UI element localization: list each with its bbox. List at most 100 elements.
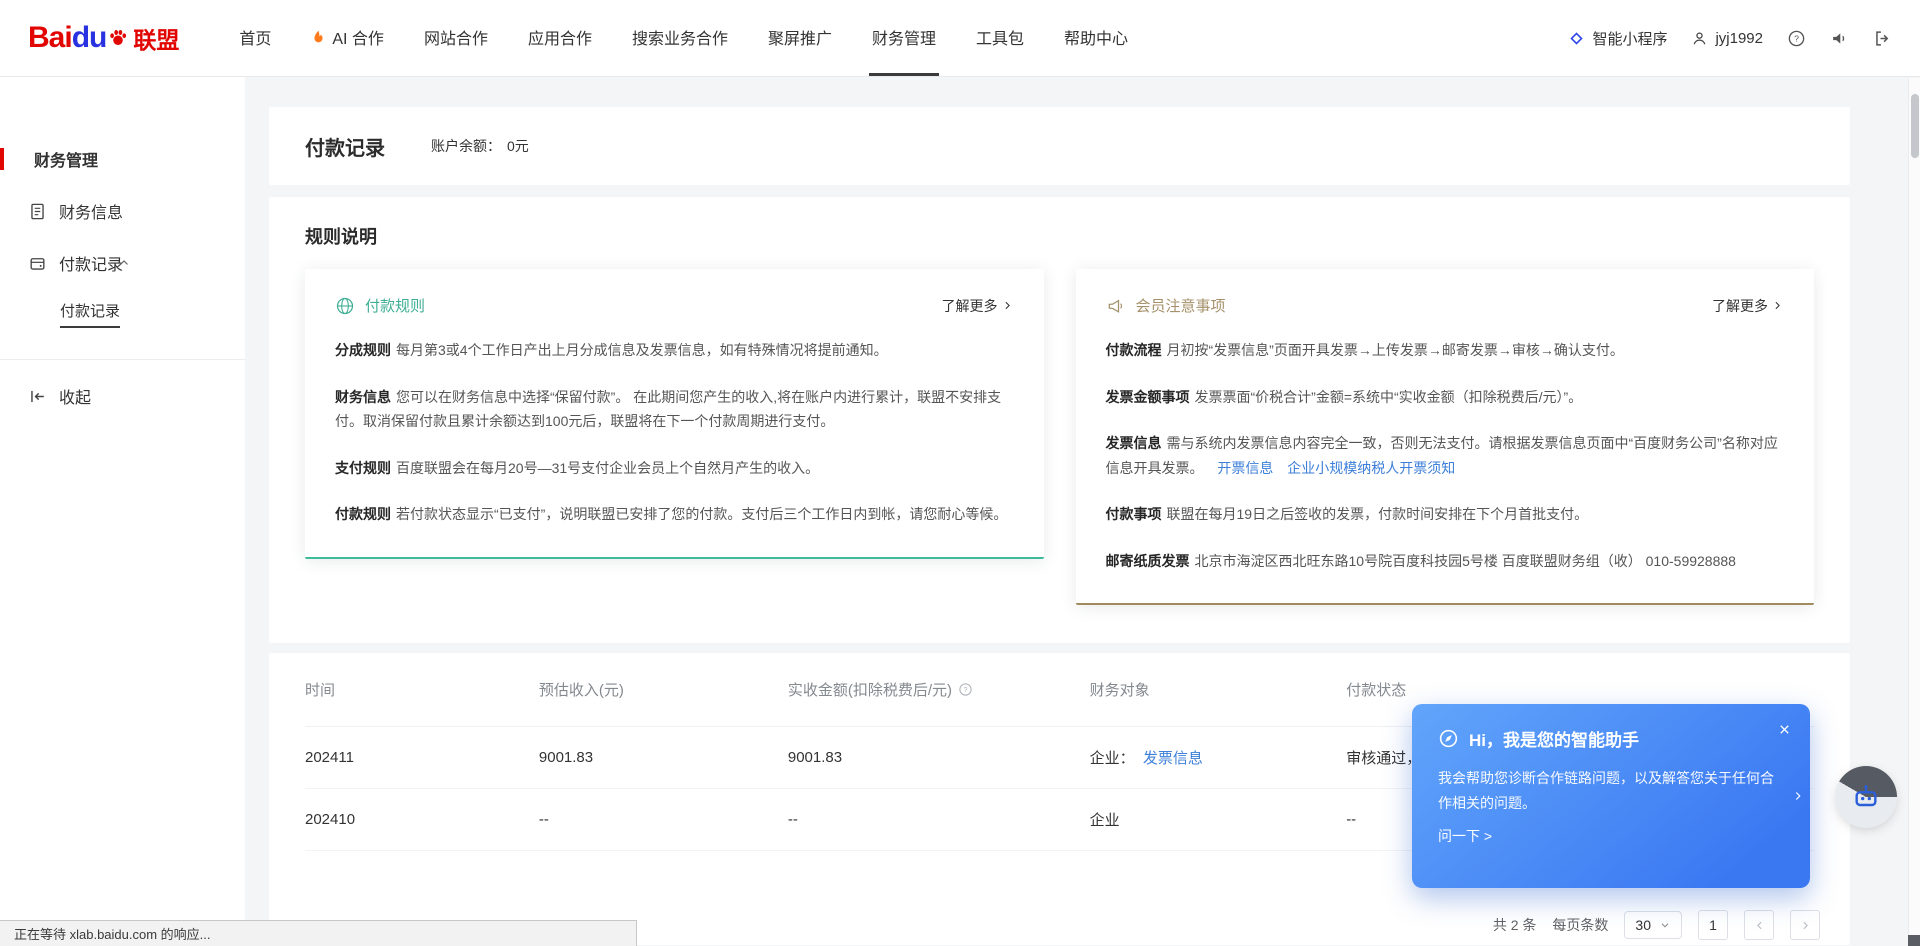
globe-icon (335, 296, 355, 316)
sidebar-label: 收起 (59, 384, 91, 408)
rule-text: 发票票面“价税合计”金额=系统中“实收金额（扣除税费后/元）”。 (1195, 389, 1583, 405)
svg-text:?: ? (964, 687, 968, 694)
nav-item-app-coop[interactable]: 应用合作 (525, 0, 595, 76)
balance-value: 0元 (507, 136, 529, 156)
col-header-estimate: 预估收入(元) (539, 679, 788, 700)
nav-item-help-center[interactable]: 帮助中心 (1061, 0, 1131, 76)
document-icon (28, 202, 47, 221)
rules-card: 规则说明 付款规则 了解更多 分成规则每月第3或4个工作日产出上月分成信息及发票… (269, 197, 1850, 643)
nav-item-ai-coop[interactable]: AI 合作 (308, 0, 387, 76)
page-number-button[interactable]: 1 (1698, 910, 1728, 940)
flame-icon (311, 29, 326, 45)
collapse-icon (28, 387, 47, 406)
nav-item-toolkit[interactable]: 工具包 (973, 0, 1027, 76)
rule-text: 联盟在每月19日之后签收的发票，付款时间安排在下个月首批支付。 (1167, 506, 1589, 522)
rule-label: 发票金额事项 (1106, 389, 1190, 405)
sidebar-label: 财务信息 (59, 199, 123, 223)
sidebar-label: 付款记录 (59, 251, 123, 275)
sidebar-item-payment-records[interactable]: 付款记录 (0, 237, 245, 289)
pagination: 共 2 条 每页条数 30 1 (1493, 910, 1820, 940)
rule-item: 发票金额事项发票票面“价税合计”金额=系统中“实收金额（扣除税费后/元）”。 (1106, 385, 1785, 410)
rule-text: 若付款状态显示“已支付”，说明联盟已安排了您的付款。支付后三个工作日内到帐，请您… (396, 506, 1007, 522)
help-circle-icon[interactable]: ? (1787, 29, 1806, 48)
sidebar-subitem-payment-records[interactable]: 付款记录 (0, 289, 245, 339)
sidebar-label: 财务管理 (34, 147, 98, 171)
member-notes-panel: 会员注意事项 了解更多 付款流程月初按“发票信息”页面开具发票→上传发票→邮寄发… (1076, 269, 1815, 605)
username-label: jyj1992 (1715, 30, 1763, 47)
sidebar: 财务管理 财务信息 付款记录 付款记录 收起 (0, 77, 245, 945)
megaphone-icon (1106, 296, 1126, 316)
rule-text: 百度联盟会在每月20号—31号支付企业会员上个自然月产生的收入。 (396, 460, 819, 476)
chevron-up-icon (117, 256, 131, 270)
assistant-robot-fab[interactable] (1838, 769, 1894, 825)
scrollbar-track (1908, 78, 1920, 946)
rule-text: 北京市海淀区西北旺东路10号院百度科技园5号楼 百度联盟财务组（收） 010-5… (1195, 553, 1736, 569)
miniprogram-label: 智能小程序 (1592, 28, 1667, 49)
next-page-button[interactable] (1790, 910, 1820, 940)
member-notes-more-link[interactable]: 了解更多 (1712, 296, 1784, 316)
rule-item: 财务信息您可以在财务信息中选择“保留付款”。 在此期间您产生的收入,将在账户内进… (335, 385, 1014, 434)
invoice-info-cell-link[interactable]: 发票信息 (1143, 750, 1203, 767)
nav-item-search-coop[interactable]: 搜索业务合作 (629, 0, 731, 76)
logout-icon[interactable] (1873, 29, 1892, 48)
rules-panels: 付款规则 了解更多 分成规则每月第3或4个工作日产出上月分成信息及发票信息，如有… (305, 269, 1814, 605)
nav-label: 首页 (239, 25, 271, 49)
more-label: 了解更多 (942, 296, 998, 316)
sidebar-sub-label: 付款记录 (60, 300, 120, 328)
payment-rules-more-link[interactable]: 了解更多 (942, 296, 1014, 316)
rule-item: 支付规则百度联盟会在每月20号—31号支付企业会员上个自然月产生的收入。 (335, 456, 1014, 481)
small-taxpayer-notice-link[interactable]: 企业小规模纳税人开票须知 (1287, 460, 1455, 476)
expand-chevron-icon[interactable] (1791, 789, 1805, 803)
nav-item-home[interactable]: 首页 (236, 0, 274, 76)
user-account[interactable]: jyj1992 (1691, 30, 1763, 47)
prev-page-button[interactable] (1744, 910, 1774, 940)
nav-item-screen-ads[interactable]: 聚屏推广 (765, 0, 835, 76)
nav-label: 工具包 (976, 25, 1024, 49)
rule-item: 付款事项联盟在每月19日之后签收的发票，付款时间安排在下个月首批支付。 (1106, 502, 1785, 527)
status-bar: 正在等待 xlab.baidu.com 的响应... (0, 920, 637, 946)
col-header-actual-label: 实收金额(扣除税费后/元) (788, 679, 952, 700)
chevron-down-icon (1659, 919, 1671, 931)
member-notes-title: 会员注意事项 (1136, 295, 1226, 316)
rule-label: 付款规则 (335, 506, 391, 522)
robot-icon (1850, 781, 1882, 813)
logo-text-du: du (72, 21, 107, 55)
close-icon[interactable] (1777, 722, 1792, 737)
ask-now-link[interactable]: 问一下 > (1438, 826, 1492, 846)
rule-text: 每月第3或4个工作日产出上月分成信息及发票信息，如有特殊情况将提前通知。 (396, 342, 888, 358)
sidebar-item-finance-mgmt[interactable]: 财务管理 (0, 133, 245, 185)
col-header-entity: 财务对象 (1090, 679, 1347, 700)
invoice-info-link[interactable]: 开票信息 (1217, 460, 1273, 476)
nav-item-finance-mgmt[interactable]: 财务管理 (869, 0, 939, 76)
cell-time: 202410 (305, 811, 539, 828)
nav-label: 帮助中心 (1064, 25, 1128, 49)
sidebar-item-finance-info[interactable]: 财务信息 (0, 185, 245, 237)
question-circle-icon[interactable]: ? (958, 682, 973, 697)
scrollbar-corner (1908, 935, 1920, 946)
sidebar-collapse-button[interactable]: 收起 (0, 370, 245, 422)
baidu-union-logo[interactable]: Bai du 联盟 (28, 0, 179, 76)
miniprogram-entry[interactable]: 智能小程序 (1568, 28, 1667, 49)
page-size-select[interactable]: 30 (1624, 911, 1682, 939)
chevron-right-icon (1771, 299, 1784, 312)
rule-text: 月初按“发票信息”页面开具发票→上传发票→邮寄发票→审核→确认支付。 (1167, 342, 1624, 358)
col-header-actual: 实收金额(扣除税费后/元) ? (788, 679, 1090, 700)
logo-union-text: 联盟 (133, 21, 179, 55)
account-balance: 账户余额： 0元 (431, 136, 529, 156)
rule-item: 邮寄纸质发票北京市海淀区西北旺东路10号院百度科技园5号楼 百度联盟财务组（收）… (1106, 549, 1785, 574)
diamond-icon (1568, 30, 1585, 47)
payment-rules-head: 付款规则 了解更多 (335, 295, 1014, 316)
primary-nav: 首页 AI 合作 网站合作 应用合作 搜索业务合作 聚屏推广 财务管理 工具包 … (219, 0, 1148, 76)
nav-label: 搜索业务合作 (632, 25, 728, 49)
nav-item-website-coop[interactable]: 网站合作 (421, 0, 491, 76)
rule-label: 付款流程 (1106, 342, 1162, 358)
col-header-time: 时间 (305, 679, 539, 700)
rule-label: 财务信息 (335, 389, 391, 405)
speaker-icon[interactable] (1830, 29, 1849, 48)
rule-text: 您可以在财务信息中选择“保留付款”。 在此期间您产生的收入,将在账户内进行累计，… (335, 389, 1001, 430)
svg-text:?: ? (1794, 33, 1799, 43)
rule-item: 分成规则每月第3或4个工作日产出上月分成信息及发票信息，如有特殊情况将提前通知。 (335, 338, 1014, 363)
page-title: 付款记录 (305, 132, 385, 161)
cell-entity: 企业 (1090, 809, 1347, 830)
scrollbar-thumb[interactable] (1911, 94, 1919, 158)
